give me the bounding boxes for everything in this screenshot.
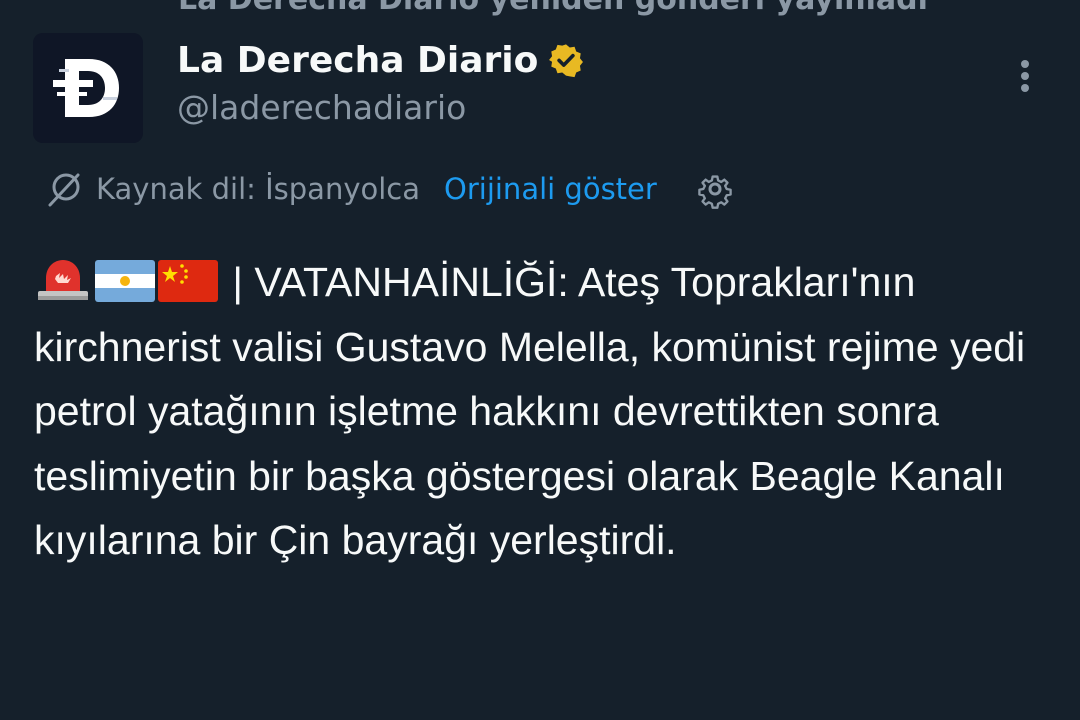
verified-badge-icon[interactable] — [548, 42, 584, 78]
avatar[interactable] — [33, 33, 143, 143]
tweet-text: | VATANHAİNLİĞİ: Ateş Toprakları'nın kir… — [34, 250, 1059, 573]
author-handle[interactable]: @laderechadiario — [177, 88, 466, 127]
more-options-button[interactable] — [1008, 54, 1042, 98]
display-name[interactable]: La Derecha Diario — [177, 40, 538, 81]
show-original-link[interactable]: Orijinali göster — [444, 172, 657, 206]
author-row: La Derecha Diario — [177, 36, 584, 84]
translation-bar: Kaynak dil: İspanyolca Orijinali göster — [44, 166, 735, 212]
letter-d-logo-icon — [33, 33, 143, 143]
source-language-label: Kaynak dil: İspanyolca — [96, 172, 421, 206]
rotating-light-icon — [38, 260, 88, 300]
argentina-flag-icon — [95, 260, 155, 302]
repost-indicator: La Derecha Diario yeniden gönderi yayınl… — [178, 0, 928, 17]
translate-icon — [48, 173, 80, 207]
china-flag-icon — [158, 260, 218, 302]
tweet-body: | VATANHAİNLİĞİ: Ateş Toprakları'nın kir… — [34, 259, 1026, 563]
more-vertical-icon — [1021, 60, 1029, 92]
gear-icon[interactable] — [695, 169, 735, 209]
